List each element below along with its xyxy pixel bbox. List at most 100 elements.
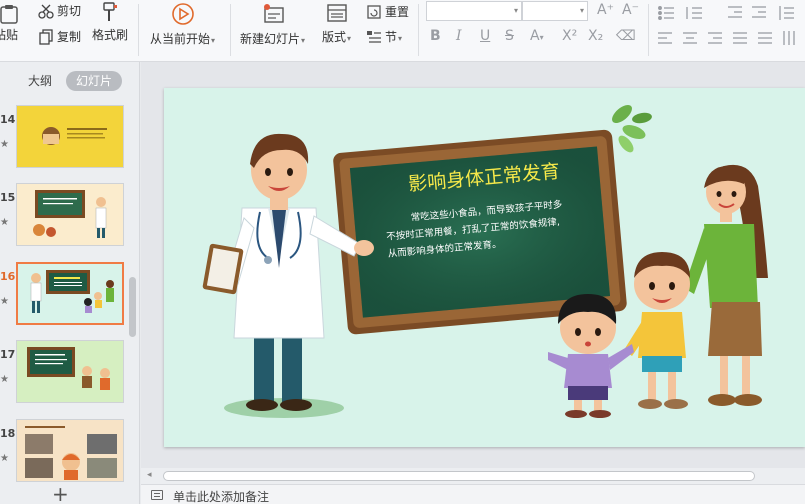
slides-pane-scrollbar[interactable] [129, 277, 136, 337]
star-icon: ★ [0, 217, 9, 228]
ribbon-separator [230, 4, 231, 56]
decrease-font-icon[interactable]: A⁻ [622, 2, 639, 18]
slide-number-current: 16 [0, 270, 16, 283]
increase-font-icon[interactable]: A⁺ [597, 2, 614, 18]
slide-canvas: 影响身体正常发育 常吃这些小食品，而导致孩子平时多 不按时正常用餐，打乱了正常的… [141, 62, 805, 468]
slides-pane: 大纲 幻灯片 14 ★ 15 ★ 16 ★ 17 ★ 18 ★ + [0, 62, 140, 504]
underline-icon[interactable]: U [480, 28, 490, 44]
slide-thumbnail-row-current: 16 ★ [0, 262, 130, 328]
paragraph-tools-group[interactable] [656, 3, 805, 59]
strikethrough-icon[interactable]: S [505, 28, 514, 44]
slide-thumbnail-row: 15 ★ [0, 183, 130, 249]
from-current-label: 从当前开始 [150, 32, 211, 46]
format-painter-icon [103, 2, 117, 21]
decrease-indent-icon [728, 6, 742, 18]
copy-button[interactable]: 复制 [38, 28, 81, 45]
slide-thumbnail[interactable] [16, 340, 124, 403]
notes-pane[interactable]: 单击此处添加备注 [141, 484, 805, 504]
notes-icon [151, 490, 163, 500]
slide-artwork [202, 105, 768, 418]
star-icon: ★ [0, 374, 9, 385]
ribbon-separator [418, 4, 419, 56]
bullet-list-icon [658, 6, 674, 20]
font-family-dropdown[interactable]: ▾ [426, 1, 522, 21]
boy-yellow-illustration [624, 252, 690, 409]
numbered-list-icon [686, 7, 702, 19]
tab-slides[interactable]: 幻灯片 [66, 71, 123, 91]
reset-button[interactable]: 重置 [366, 3, 409, 20]
star-icon: ★ [0, 453, 9, 464]
horizontal-scrollbar-thumb[interactable] [163, 471, 755, 481]
tab-outline[interactable]: 大纲 [18, 71, 62, 91]
font-color-icon[interactable]: A▾ [530, 28, 544, 44]
layout-icon [326, 4, 347, 22]
text-direction-icon [783, 31, 795, 45]
section-button[interactable]: 节▾ [366, 28, 402, 45]
slide-thumbnail-current[interactable] [16, 262, 124, 325]
bold-icon[interactable]: B [430, 28, 441, 44]
star-icon: ★ [0, 139, 9, 150]
eraser-icon[interactable]: ⌫ [616, 28, 636, 44]
font-size-dropdown[interactable]: ▾ [522, 1, 588, 21]
slide-thumbnail[interactable] [16, 419, 124, 482]
subscript-icon[interactable]: X₂ [588, 28, 603, 44]
slide-thumbnail[interactable] [16, 183, 124, 246]
horizontal-scrollbar[interactable]: ◂ [141, 468, 805, 484]
paste-label: 粘贴 [0, 28, 19, 42]
new-slide-icon [263, 4, 284, 23]
chevron-down-icon: ▾ [301, 36, 306, 45]
notes-placeholder[interactable]: 单击此处添加备注 [173, 488, 269, 504]
cut-label: 剪切 [57, 4, 82, 18]
mother-illustration [684, 164, 768, 406]
boy-purple-illustration [548, 294, 634, 418]
section-label: 节 [385, 30, 398, 44]
reset-icon [367, 4, 381, 19]
new-slide-button[interactable]: 新建幻灯片▾ [240, 2, 305, 47]
copy-label: 复制 [57, 30, 82, 44]
ribbon-separator [138, 4, 139, 56]
justify-icon [733, 32, 747, 44]
align-left-icon [658, 32, 672, 44]
line-spacing-icon [779, 6, 794, 20]
leaf-decoration [612, 105, 652, 153]
section-icon [367, 30, 381, 43]
scissors-icon [38, 4, 54, 19]
chevron-down-icon: ▾ [211, 36, 216, 45]
slide-number: 15 [0, 191, 16, 204]
cut-button[interactable]: 剪切 [38, 2, 81, 19]
play-icon [171, 3, 194, 25]
copy-icon [39, 28, 53, 45]
align-right-icon [708, 32, 722, 44]
ribbon-separator [648, 4, 649, 56]
format-painter-button[interactable]: 格式刷 [92, 2, 128, 43]
ribbon-toolbar: 粘贴 剪切 复制 格式刷 从当前开始▾ 新建幻灯片▾ 版式▾ 重置 节▾ ▾ ▾… [0, 0, 805, 62]
chevron-down-icon: ▾ [347, 34, 352, 43]
layout-label: 版式 [322, 30, 347, 44]
chevron-down-icon: ▾ [398, 34, 403, 43]
align-center-icon [683, 32, 697, 44]
format-painter-label: 格式刷 [92, 28, 129, 42]
slide-number: 18 [0, 427, 16, 440]
slide-thumbnail-row: 17 ★ [0, 340, 130, 406]
paste-icon [0, 5, 18, 24]
play-from-current-button[interactable]: 从当前开始▾ [150, 2, 215, 47]
scroll-left-icon[interactable]: ◂ [147, 470, 152, 480]
slide-16[interactable]: 影响身体正常发育 常吃这些小食品，而导致孩子平时多 不按时正常用餐，打乱了正常的… [164, 88, 805, 447]
paste-button[interactable]: 粘贴 [0, 4, 22, 43]
new-slide-label: 新建幻灯片 [240, 32, 301, 46]
distribute-icon [758, 32, 772, 44]
reset-label: 重置 [385, 5, 410, 19]
increase-indent-icon [752, 6, 766, 18]
chevron-down-icon: ▾ [513, 6, 518, 15]
slide-number: 14 [0, 113, 16, 126]
pane-tabs: 大纲 幻灯片 [0, 70, 140, 92]
chevron-down-icon: ▾ [579, 6, 584, 15]
superscript-icon[interactable]: X² [562, 28, 577, 44]
layout-button[interactable]: 版式▾ [322, 2, 351, 45]
slide-number: 17 [0, 348, 16, 361]
star-icon: ★ [0, 296, 9, 307]
slide-thumbnail-row: 18 ★ [0, 419, 130, 485]
italic-icon[interactable]: I [456, 28, 462, 44]
slide-thumbnail[interactable] [16, 105, 124, 168]
add-slide-icon[interactable]: + [52, 482, 69, 504]
